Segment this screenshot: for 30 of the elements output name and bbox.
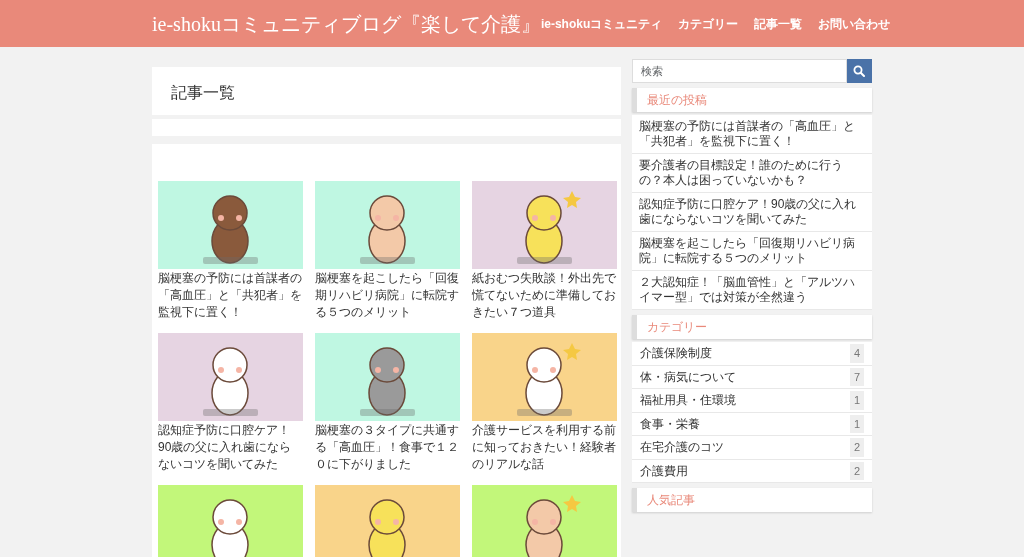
widget-heading: 最近の投稿 [632, 88, 872, 112]
recent-post-link[interactable]: ２大認知症！「脳血管性」と「アルツハイマー型」では対策が全然違う [632, 271, 872, 310]
recent-post-link[interactable]: 脳梗塞を起こしたら「回復期リハビリ病院」に転院する５つのメリット [632, 232, 872, 271]
category-item[interactable]: 食事・栄養 1 [632, 412, 872, 436]
recent-post-link[interactable]: 脳梗塞の予防には首謀者の「高血圧」と「共犯者」を監視下に置く！ [632, 115, 872, 154]
category-item[interactable]: 福祉用具・住環境 1 [632, 389, 872, 413]
post-count: 1 [849, 414, 864, 433]
post-title-link[interactable]: 脳梗塞を起こしたら「回復期リハビリ病院」に転院する５つのメリット [315, 270, 460, 321]
post-title-link[interactable]: 脳梗塞の３タイプに共通する「高血圧」！食事で１２０に下がりました [315, 422, 460, 473]
category-item[interactable]: 在宅介護のコツ 2 [632, 436, 872, 460]
search-button[interactable] [846, 59, 872, 83]
post-count: 2 [849, 461, 864, 480]
widget-heading: カテゴリー [632, 315, 872, 339]
post-title-link[interactable]: 紙おむつ失敗談！外出先で慌てないために準備しておきたい７つ道具 [472, 270, 617, 321]
recent-post-link[interactable]: 認知症予防に口腔ケア！90歳の父に入れ歯にならないコツを聞いてみた [632, 193, 872, 232]
post-count: 1 [849, 391, 864, 410]
page-heading: 記事一覧 [152, 67, 621, 115]
post-count: 4 [849, 344, 864, 363]
post-title-link[interactable]: 脳梗塞の予防には首謀者の「高血圧」と「共犯者」を監視下に置く！ [158, 270, 303, 321]
search-field[interactable]: 検索 [632, 59, 847, 83]
post-title-link[interactable]: 認知症予防に口腔ケア！90歳の父に入れ歯にならないコツを聞いてみた [158, 422, 303, 473]
category-item[interactable]: 介護費用 2 [632, 459, 872, 483]
post-count: 7 [849, 367, 864, 386]
category-item[interactable]: 体・病気について 7 [632, 365, 872, 389]
widget-heading: 人気記事 [632, 488, 872, 512]
post-title-link[interactable]: 介護サービスを利用する前に知っておきたい！経験者のリアルな話 [472, 422, 617, 473]
search-icon [853, 65, 866, 77]
category-item[interactable]: 介護保険制度 4 [632, 342, 872, 366]
post-count: 2 [849, 438, 864, 457]
recent-post-link[interactable]: 要介護者の目標設定！誰のために行うの？本人は困っていないかも？ [632, 154, 872, 193]
